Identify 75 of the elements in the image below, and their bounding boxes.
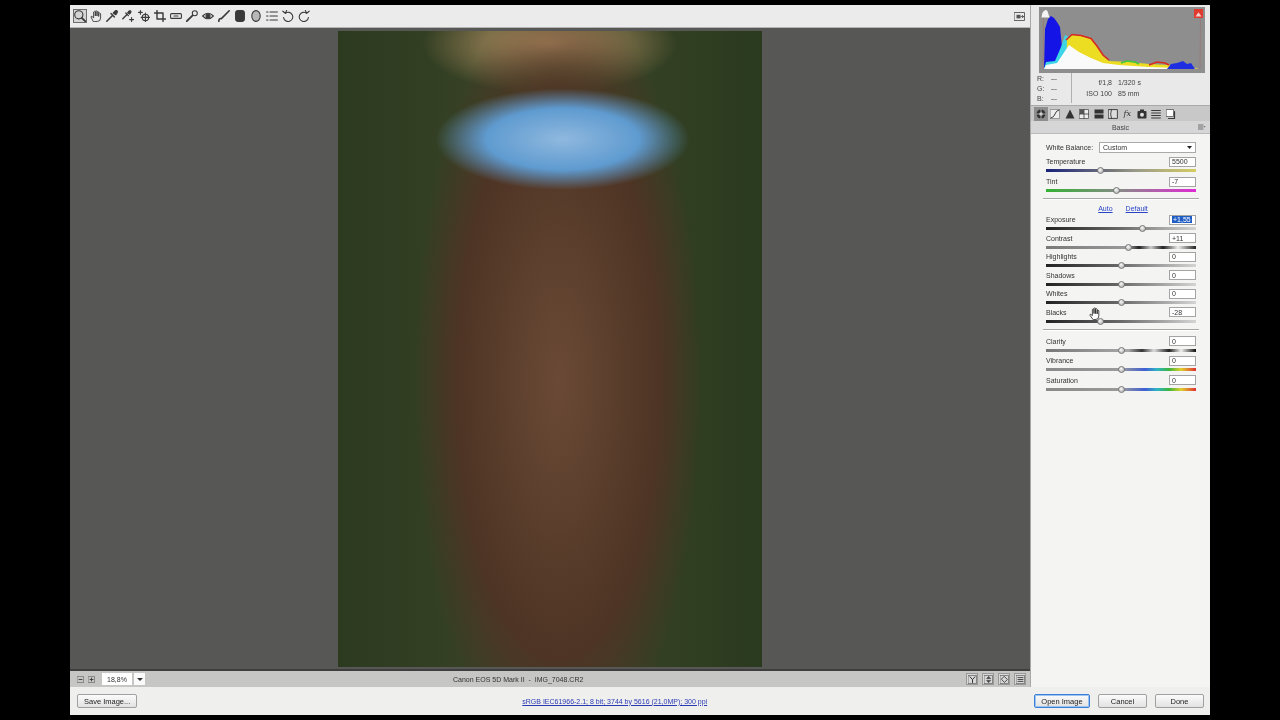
magnifier-icon [74,10,86,22]
tool-button[interactable] [217,9,231,23]
zoom-in-button[interactable] [87,674,96,684]
zoom-out-button[interactable] [76,674,85,684]
tool-button[interactable] [185,9,199,23]
grid-icon [1079,108,1090,119]
clipping-toggle[interactable] [1194,9,1203,18]
tool-button[interactable] [89,9,103,23]
minus-icon [77,675,84,683]
eyedropper-plus-icon [122,10,134,22]
rotate-right-icon [298,10,310,22]
camera-icon [1136,108,1147,119]
eye-icon [202,10,214,22]
lines-icon [1015,674,1025,684]
panel-menu-icon [1198,124,1206,130]
plus-icon [88,675,95,683]
swap-arrows-icon [983,674,993,684]
slider-thumb[interactable] [1117,385,1125,393]
stripes-icon [1093,108,1104,119]
hand-cursor-icon [1089,307,1100,320]
slider-thumb[interactable] [1117,280,1125,288]
tool-button[interactable] [281,9,295,23]
crop-icon [154,10,166,22]
tool-button[interactable] [233,9,247,23]
slider-thumb[interactable] [1125,243,1133,251]
view-button[interactable] [1014,673,1026,685]
aperture-icon [1036,108,1046,119]
caret-icon [1187,145,1192,149]
oval-icon [250,10,262,22]
shadow-clipping-icon [1041,9,1050,18]
tool-button[interactable] [137,9,151,23]
fullscreen-button[interactable] [1012,9,1026,23]
brush-icon [218,10,230,22]
hand-icon [90,10,102,22]
rotate-left-icon [282,10,294,22]
y-shape-icon [967,674,977,684]
level-icon [170,10,182,22]
slider-thumb[interactable] [1117,262,1125,270]
rounded-square-icon [234,10,246,22]
panel-tab[interactable] [1048,106,1063,121]
clipping-toggle[interactable] [1041,9,1050,18]
slider-thumb[interactable] [1117,366,1125,374]
view-button[interactable] [966,673,978,685]
panel-tab[interactable] [1163,106,1178,121]
view-button[interactable] [982,673,994,685]
panel-tab[interactable] [1105,106,1120,121]
slider-thumb[interactable] [1117,299,1125,307]
view-button[interactable] [998,673,1010,685]
panel-tab[interactable] [1034,106,1048,121]
list-icon [1151,108,1162,119]
tool-button[interactable] [105,9,119,23]
window-icon [1013,11,1025,21]
highlight-clipping-icon [1194,9,1203,18]
caret-icon [136,677,143,681]
slider-thumb[interactable] [1097,167,1105,174]
panel-tab[interactable] [1077,106,1092,121]
slider-thumb[interactable] [1138,225,1146,232]
panel-tab[interactable]: fx [1120,106,1135,121]
slider-thumb[interactable] [1117,346,1125,354]
curve-icon [1050,108,1061,119]
list-icon [266,10,278,22]
slider-thumb[interactable] [1113,187,1121,194]
dropdown-button[interactable] [134,673,145,685]
eyedropper-icon [106,10,118,22]
crosshair-icon [138,10,150,22]
diamond-arrows-icon [999,674,1009,684]
tool-button[interactable] [297,9,311,23]
tool-button[interactable] [249,9,263,23]
brush-circle-icon [186,10,198,22]
stacked-squares-icon [1165,108,1176,119]
lens-icon [1107,108,1118,119]
tool-button[interactable] [73,9,87,23]
triangle-icon [1064,108,1075,119]
tool-button[interactable] [153,9,167,23]
tool-button[interactable] [121,9,135,23]
